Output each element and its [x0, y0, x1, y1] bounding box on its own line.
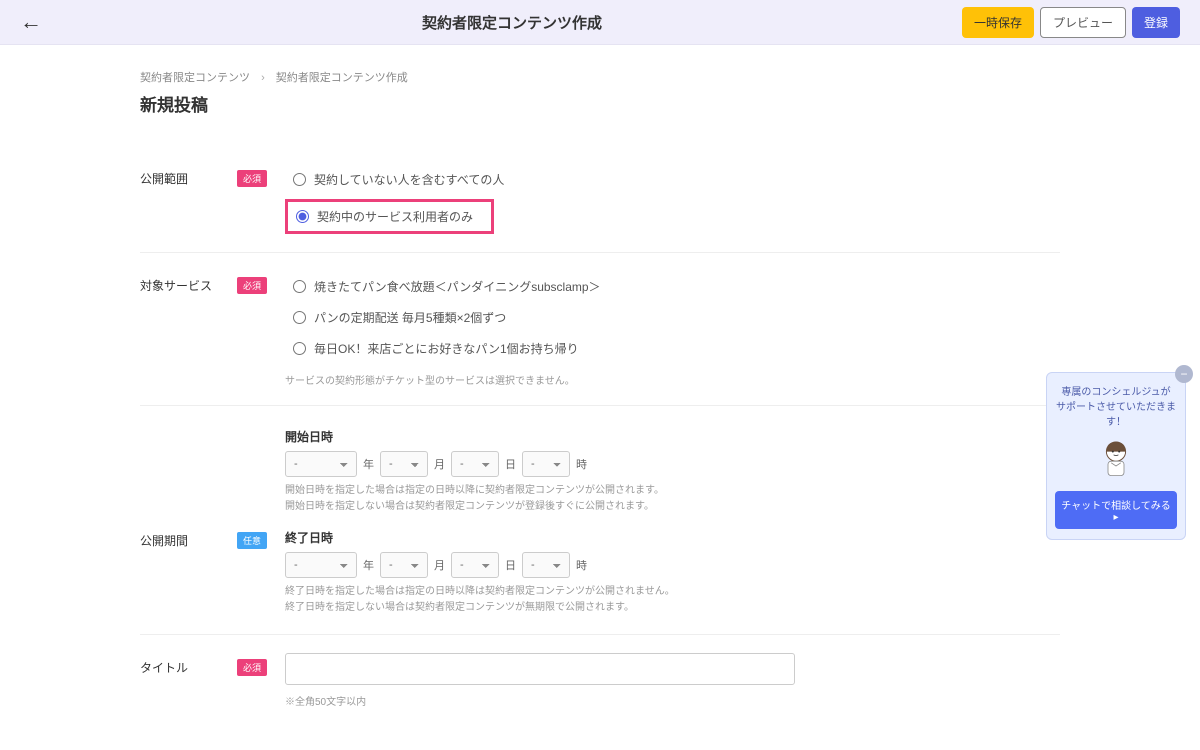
- preview-button[interactable]: プレビュー: [1040, 7, 1126, 38]
- breadcrumb-root[interactable]: 契約者限定コンテンツ: [140, 72, 250, 84]
- service-option-1[interactable]: 焼きたてパン食べ放題＜パンダイニングsubsclamp＞: [285, 271, 1060, 302]
- unit-month: 月: [434, 557, 445, 573]
- service-option-2[interactable]: パンの定期配送 毎月5種類×2個ずつ: [285, 302, 1060, 333]
- unit-hour: 時: [576, 456, 587, 472]
- service-radio-3[interactable]: [293, 342, 306, 355]
- end-help-1: 終了日時を指定した場合は指定の日時以降は契約者限定コンテンツが公開されません。: [285, 584, 1060, 600]
- scope-option-subscribers[interactable]: 契約中のサービス利用者のみ: [285, 199, 494, 234]
- chat-consult-button[interactable]: チャットで相談してみる ▸: [1055, 491, 1177, 529]
- required-badge: 必須: [237, 277, 267, 294]
- required-badge: 必須: [237, 170, 267, 187]
- breadcrumb-current: 契約者限定コンテンツ作成: [276, 72, 408, 84]
- chat-text-1: 専属のコンシェルジュが: [1055, 383, 1177, 398]
- start-hour-select[interactable]: -: [522, 451, 570, 477]
- chat-widget: − 専属のコンシェルジュが サポートさせていただきます！ チャットで相談してみる…: [1046, 372, 1186, 540]
- unit-month: 月: [434, 456, 445, 472]
- title-note: ※全角50文字以内: [285, 693, 1060, 708]
- start-help-2: 開始日時を指定しない場合は契約者限定コンテンツが登録後すぐに公開されます。: [285, 499, 1060, 515]
- unit-day: 日: [505, 456, 516, 472]
- period-label: 公開期間: [140, 532, 188, 549]
- chevron-right-icon: ›: [261, 72, 265, 84]
- back-arrow-icon[interactable]: ←: [20, 9, 42, 35]
- unit-hour: 時: [576, 557, 587, 573]
- scope-option-all[interactable]: 契約していない人を含むすべての人: [285, 164, 1060, 195]
- title-input[interactable]: [285, 653, 795, 685]
- end-hour-select[interactable]: -: [522, 552, 570, 578]
- service-radio-1[interactable]: [293, 280, 306, 293]
- end-month-select[interactable]: -: [380, 552, 428, 578]
- register-button[interactable]: 登録: [1132, 7, 1180, 38]
- start-year-select[interactable]: -: [285, 451, 357, 477]
- page-heading: 新規投稿: [140, 91, 1060, 116]
- temp-save-button[interactable]: 一時保存: [962, 7, 1034, 38]
- unit-year: 年: [363, 557, 374, 573]
- required-badge: 必須: [237, 659, 267, 676]
- minimize-icon[interactable]: −: [1175, 365, 1193, 383]
- scope-label: 公開範囲: [140, 170, 188, 187]
- start-help-1: 開始日時を指定した場合は指定の日時以降に契約者限定コンテンツが公開されます。: [285, 483, 1060, 499]
- service-note: サービスの契約形態がチケット型のサービスは選択できません。: [285, 372, 1060, 387]
- scope-radio-subscribers[interactable]: [296, 210, 309, 223]
- concierge-avatar: [1055, 434, 1177, 485]
- unit-day: 日: [505, 557, 516, 573]
- unit-year: 年: [363, 456, 374, 472]
- optional-badge: 任意: [237, 532, 267, 549]
- service-label: 対象サービス: [140, 277, 212, 294]
- start-date-label: 開始日時: [285, 428, 1060, 445]
- end-day-select[interactable]: -: [451, 552, 499, 578]
- end-date-label: 終了日時: [285, 529, 1060, 546]
- service-radio-2[interactable]: [293, 311, 306, 324]
- title-label: タイトル: [140, 659, 188, 676]
- chat-text-2: サポートさせていただきます！: [1055, 398, 1177, 428]
- breadcrumb: 契約者限定コンテンツ › 契約者限定コンテンツ作成: [140, 69, 1060, 85]
- start-day-select[interactable]: -: [451, 451, 499, 477]
- end-year-select[interactable]: -: [285, 552, 357, 578]
- page-title: 契約者限定コンテンツ作成: [62, 12, 962, 33]
- service-option-3[interactable]: 毎日OK！来店ごとにお好きなパン1個お持ち帰り: [285, 333, 1060, 364]
- start-month-select[interactable]: -: [380, 451, 428, 477]
- end-help-2: 終了日時を指定しない場合は契約者限定コンテンツが無期限で公開されます。: [285, 600, 1060, 616]
- scope-radio-all[interactable]: [293, 173, 306, 186]
